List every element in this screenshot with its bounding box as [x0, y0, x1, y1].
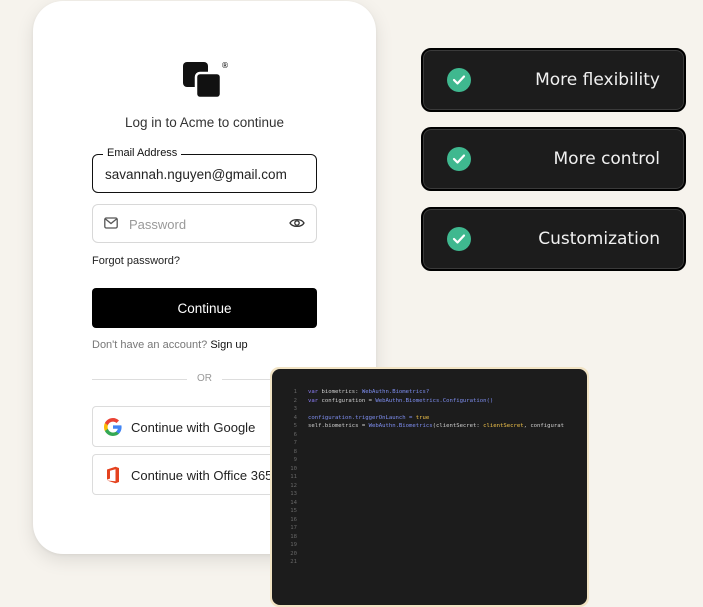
line-number: 4	[293, 414, 297, 421]
code-type: WebAuthn.Biometrics?	[361, 389, 430, 395]
code-keyword: true	[415, 414, 430, 421]
line-number: 20	[290, 550, 297, 557]
line-number: 1	[293, 389, 297, 395]
code-line: 1 var biometrics: WebAuthn.Biometrics?	[272, 388, 587, 397]
feature-card-customization: Customization	[421, 207, 686, 271]
code-line: 2 var configuration = WebAuthn.Biometric…	[272, 397, 587, 406]
line-number: 16	[290, 516, 297, 523]
line-number: 5	[293, 423, 297, 429]
password-field[interactable]: Password	[92, 204, 317, 243]
code-text: self.biometrics =	[308, 423, 369, 429]
check-circle-icon	[447, 147, 471, 171]
code-line: 6	[272, 431, 587, 440]
continue-button[interactable]: Continue	[92, 288, 317, 328]
office-icon	[107, 466, 119, 484]
check-circle-icon	[447, 227, 471, 251]
code-line: 17	[272, 524, 587, 533]
feature-label: Customization	[538, 229, 660, 249]
code-editor: 1 var biometrics: WebAuthn.Biometrics? 2…	[272, 369, 587, 605]
code-text: biometrics:	[318, 389, 362, 395]
forgot-password-link[interactable]: Forgot password?	[92, 255, 180, 267]
signup-link[interactable]: Sign up	[210, 339, 247, 351]
code-line: 3	[272, 405, 587, 414]
feature-label: More flexibility	[535, 70, 660, 90]
google-icon	[104, 418, 122, 436]
registered-mark: ®	[221, 61, 229, 70]
code-line: 10	[272, 465, 587, 474]
code-line: 13	[272, 490, 587, 499]
code-line: 15	[272, 507, 587, 516]
line-number: 17	[290, 525, 297, 531]
code-text: (clientSecret:	[432, 423, 484, 429]
code-text: , configurat	[523, 423, 564, 429]
eye-icon[interactable]	[289, 217, 305, 229]
google-login-label: Continue with Google	[131, 420, 256, 435]
code-line: 8	[272, 448, 587, 457]
code-line: 20	[272, 550, 587, 559]
code-line: 21	[272, 558, 587, 567]
check-circle-icon	[447, 68, 471, 92]
line-number: 9	[293, 457, 297, 463]
code-keyword: var	[308, 389, 319, 395]
line-number: 14	[290, 499, 297, 506]
feature-card-flexibility: More flexibility	[421, 48, 686, 112]
login-subtitle: Log in to Acme to continue	[124, 115, 285, 130]
office-login-label: Continue with Office 365	[131, 468, 273, 483]
email-field[interactable]: Email Address savannah.nguyen@gmail.com	[92, 147, 317, 193]
line-number: 18	[290, 533, 297, 540]
code-line: 9	[272, 456, 587, 465]
code-line: 12	[272, 482, 587, 491]
line-number: 3	[293, 406, 297, 412]
mail-icon	[104, 217, 118, 229]
code-line: 5 self.biometrics = WebAuthn.Biometrics(…	[272, 422, 587, 431]
line-number: 10	[290, 465, 297, 472]
code-keyword: var	[308, 397, 319, 404]
email-value: savannah.nguyen@gmail.com	[105, 167, 287, 182]
line-number: 19	[290, 542, 297, 548]
code-text: configuration.triggerOnLaunch =	[308, 414, 416, 421]
code-string: clientSecret	[483, 423, 524, 429]
line-number: 6	[293, 431, 297, 438]
code-line: 14	[272, 499, 587, 508]
code-line: 4 configuration.triggerOnLaunch = true	[272, 414, 587, 423]
code-type: WebAuthn.Biometrics.Configuration()	[375, 397, 494, 404]
code-line: 7	[272, 439, 587, 448]
line-number: 15	[290, 508, 297, 514]
acme-logo: ®	[183, 61, 229, 100]
code-text: configuration =	[318, 397, 376, 404]
line-number: 13	[290, 491, 297, 497]
code-line: 11	[272, 473, 587, 482]
code-line: 18	[272, 533, 587, 542]
feature-card-control: More control	[421, 127, 686, 191]
continue-button-label: Continue	[177, 300, 232, 316]
signup-line: Don't have an account? Sign up	[92, 339, 248, 351]
line-number: 11	[290, 474, 297, 480]
no-account-text: Don't have an account?	[92, 339, 208, 351]
line-number: 8	[293, 448, 297, 455]
code-type: WebAuthn.Biometrics	[368, 423, 433, 429]
line-number: 12	[290, 482, 297, 489]
password-placeholder: Password	[129, 217, 187, 232]
code-line: 19	[272, 541, 587, 550]
feature-label: More control	[553, 149, 660, 169]
code-line: 16	[272, 516, 587, 525]
code-window-frame: 1 var biometrics: WebAuthn.Biometrics? 2…	[270, 367, 589, 607]
line-number: 21	[290, 559, 297, 565]
email-label: Email Address	[103, 147, 182, 159]
line-number: 2	[293, 397, 297, 404]
line-number: 7	[293, 440, 297, 446]
